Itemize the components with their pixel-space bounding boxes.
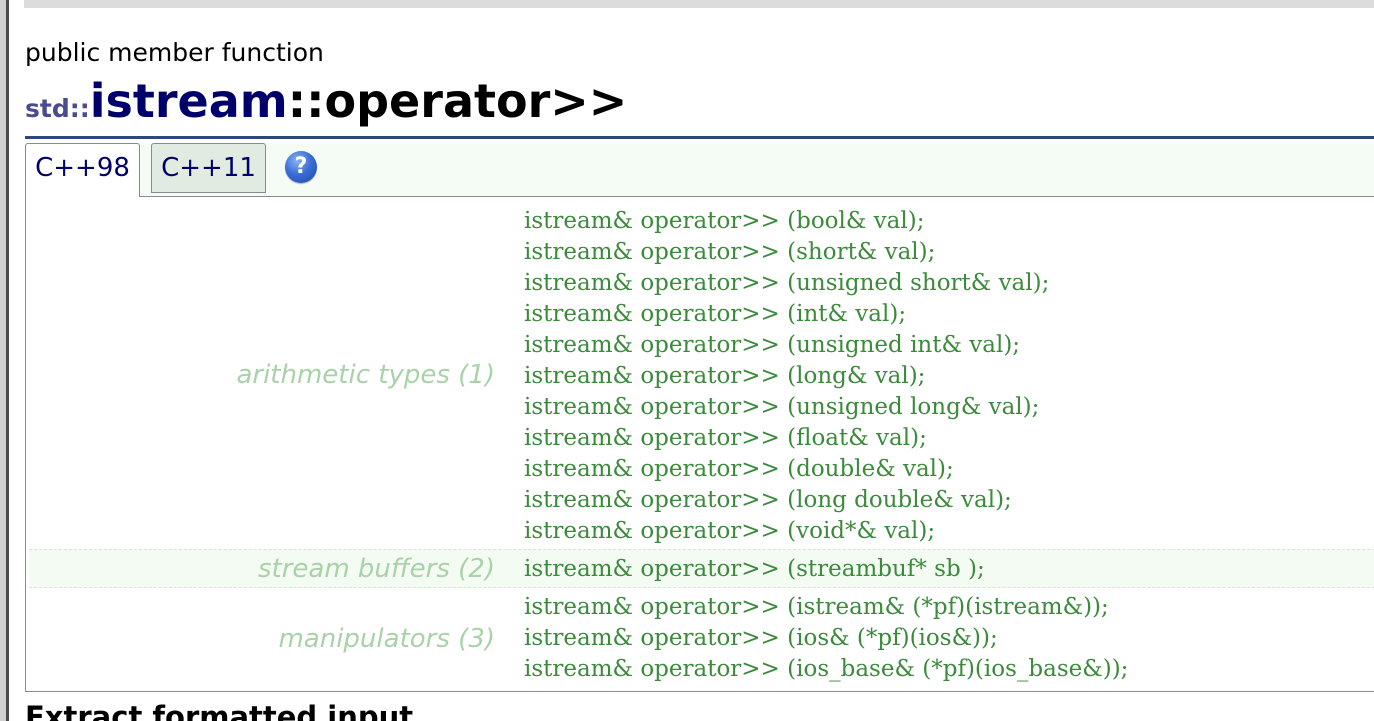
declaration-line: istream& operator>> (unsigned long& val)…: [524, 394, 1040, 420]
declaration-line: istream& operator>> (float& val);: [524, 425, 927, 451]
declaration-line: istream& operator>> (bool& val);: [524, 208, 925, 234]
title-operator: ::operator>>: [287, 74, 628, 128]
section-heading: Extract formatted input: [25, 700, 414, 721]
tab-cpp11[interactable]: C++11: [151, 143, 266, 193]
title-underline: [25, 136, 1374, 139]
title-namespace: std::: [25, 94, 90, 123]
group-manipulators: manipulators (3) istream& operator>> (is…: [29, 588, 1374, 688]
declaration-line: istream& operator>> (double& val);: [524, 456, 954, 482]
declaration-list: istream& operator>> (istream& (*pf)(istr…: [524, 592, 1128, 685]
declaration-line: istream& operator>> (unsigned short& val…: [524, 270, 1050, 296]
declaration-line: istream& operator>> (ios_base& (*pf)(ios…: [524, 656, 1129, 682]
declaration-line: istream& operator>> (int& val);: [524, 301, 907, 327]
group-label: stream buffers (2): [257, 554, 495, 584]
group-arithmetic-types: arithmetic types (1) istream& operator>>…: [29, 200, 1374, 548]
declarations-box: arithmetic types (1) istream& operator>>…: [25, 196, 1374, 692]
tab-cpp98[interactable]: C++98: [25, 143, 140, 197]
declaration-line: istream& operator>> (long& val);: [524, 363, 926, 389]
declaration-line: istream& operator>> (void*& val);: [524, 518, 936, 544]
group-stream-buffers: stream buffers (2) istream& operator>> (…: [29, 549, 1374, 588]
top-strip: [24, 0, 1374, 8]
member-kind-label: public member function: [25, 38, 324, 67]
help-icon[interactable]: ?: [285, 151, 317, 183]
page-left-border: [0, 0, 9, 721]
declaration-list: istream& operator>> (streambuf* sb );: [524, 554, 985, 585]
declaration-line: istream& operator>> (long double& val);: [524, 487, 1012, 513]
declaration-line: istream& operator>> (unsigned int& val);: [524, 332, 1021, 358]
declaration-line: istream& operator>> (ios& (*pf)(ios&));: [524, 625, 998, 651]
declaration-line: istream& operator>> (streambuf* sb );: [524, 556, 985, 582]
group-label: manipulators (3): [278, 624, 495, 654]
declaration-line: istream& operator>> (short& val);: [524, 239, 936, 265]
title-class: istream: [89, 74, 288, 128]
declaration-line: istream& operator>> (istream& (*pf)(istr…: [524, 594, 1109, 620]
declaration-list: istream& operator>> (bool& val); istream…: [524, 206, 1049, 547]
page-title: std::istream::operator>>: [25, 72, 627, 141]
group-label: arithmetic types (1): [236, 360, 495, 390]
